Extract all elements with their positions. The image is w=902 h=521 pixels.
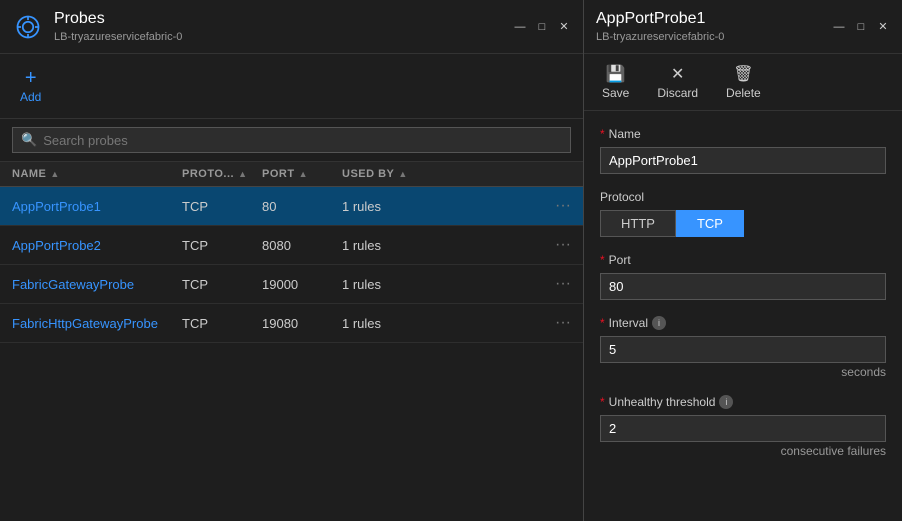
right-content: * Name Protocol HTTP TCP * Port [584,111,902,521]
search-wrapper: 🔍 [12,127,571,153]
interval-suffix: seconds [600,365,886,379]
unhealthy-info-icon[interactable]: i [719,395,733,409]
row-more-2[interactable]: ··· [555,275,571,293]
protocol-toggle: HTTP TCP [600,210,886,237]
sort-arrow-name: ▲ [50,169,59,179]
col-header-port[interactable]: PORT ▲ [262,168,342,180]
search-bar: 🔍 [0,119,583,162]
row-port-3: 19080 [262,316,342,331]
sort-arrow-proto: ▲ [238,169,247,179]
maximize-button[interactable]: □ [535,20,549,34]
row-usedby-3: 1 rules [342,316,555,331]
row-proto-3: TCP [182,316,262,331]
add-icon: + [25,68,37,88]
interval-required-star: * [600,316,605,330]
port-input[interactable] [600,273,886,300]
left-panel: Probes LB-tryazureservicefabric-0 — □ ✕ … [0,0,584,521]
interval-input[interactable] [600,336,886,363]
right-panel: AppPortProbe1 LB-tryazureservicefabric-0… [584,0,902,521]
table-header: NAME ▲ PROTO... ▲ PORT ▲ USED BY ▲ [0,162,583,187]
port-label: * Port [600,253,886,267]
unhealthy-suffix: consecutive failures [600,444,886,458]
row-usedby-2: 1 rules [342,277,555,292]
sort-arrow-usedby: ▲ [398,169,407,179]
right-close-button[interactable]: ✕ [876,20,890,34]
unhealthy-required-star: * [600,395,605,409]
table-body: AppPortProbe1 TCP 80 1 rules ··· AppPort… [0,187,583,521]
row-name-0: AppPortProbe1 [12,199,182,214]
row-proto-1: TCP [182,238,262,253]
name-field-group: * Name [600,127,886,174]
row-proto-2: TCP [182,277,262,292]
protocol-label: Protocol [600,190,886,204]
search-input[interactable] [43,133,562,148]
add-button[interactable]: + Add [12,64,49,108]
protocol-field-group: Protocol HTTP TCP [600,190,886,237]
right-window-controls: — □ ✕ [832,20,890,34]
right-title-text: AppPortProbe1 LB-tryazureservicefabric-0 [596,10,724,43]
right-titlebar: AppPortProbe1 LB-tryazureservicefabric-0… [584,0,902,54]
save-icon: 💾 [606,64,626,84]
row-more-1[interactable]: ··· [555,236,571,254]
row-port-0: 80 [262,199,342,214]
row-more-3[interactable]: ··· [555,314,571,332]
minimize-button[interactable]: — [513,20,527,34]
table-row[interactable]: AppPortProbe1 TCP 80 1 rules ··· [0,187,583,226]
left-panel-subtitle: LB-tryazureservicefabric-0 [54,31,182,43]
probes-icon [12,11,44,43]
unhealthy-input[interactable] [600,415,886,442]
save-button[interactable]: 💾 Save [596,62,635,102]
left-title-group: Probes LB-tryazureservicefabric-0 [12,10,182,43]
add-label: Add [20,90,41,104]
row-port-1: 8080 [262,238,342,253]
discard-icon: ✕ [671,64,684,84]
row-more-0[interactable]: ··· [555,197,571,215]
left-titlebar: Probes LB-tryazureservicefabric-0 — □ ✕ [0,0,583,54]
right-panel-subtitle: LB-tryazureservicefabric-0 [596,31,724,43]
discard-button[interactable]: ✕ Discard [651,62,704,102]
port-field-group: * Port [600,253,886,300]
interval-info-icon[interactable]: i [652,316,666,330]
table-row[interactable]: AppPortProbe2 TCP 8080 1 rules ··· [0,226,583,265]
right-toolbar: 💾 Save ✕ Discard 🗑 Delete [584,54,902,111]
delete-label: Delete [726,86,761,100]
interval-label: * Interval i [600,316,886,330]
search-icon: 🔍 [21,132,37,148]
row-port-2: 19000 [262,277,342,292]
delete-button[interactable]: 🗑 Delete [720,62,767,102]
port-required-star: * [600,253,605,267]
name-input[interactable] [600,147,886,174]
delete-icon: 🗑 [733,64,753,84]
col-header-usedby[interactable]: USED BY ▲ [342,168,571,180]
row-name-2: FabricGatewayProbe [12,277,182,292]
left-toolbar: + Add [0,54,583,119]
col-header-name[interactable]: NAME ▲ [12,168,182,180]
row-proto-0: TCP [182,199,262,214]
right-minimize-button[interactable]: — [832,20,846,34]
left-window-controls: — □ ✕ [513,20,571,34]
interval-field-group: * Interval i seconds [600,316,886,379]
name-required-star: * [600,127,605,141]
protocol-tcp-button[interactable]: TCP [676,210,744,237]
unhealthy-field-group: * Unhealthy threshold i consecutive fail… [600,395,886,458]
table-row[interactable]: FabricGatewayProbe TCP 19000 1 rules ··· [0,265,583,304]
row-name-1: AppPortProbe2 [12,238,182,253]
right-maximize-button[interactable]: □ [854,20,868,34]
row-usedby-1: 1 rules [342,238,555,253]
left-panel-title: Probes [54,10,182,28]
col-header-proto[interactable]: PROTO... ▲ [182,168,262,180]
name-label: * Name [600,127,886,141]
table-row[interactable]: FabricHttpGatewayProbe TCP 19080 1 rules… [0,304,583,343]
save-label: Save [602,86,629,100]
left-panel-title-text: Probes LB-tryazureservicefabric-0 [54,10,182,43]
sort-arrow-port: ▲ [299,169,308,179]
row-name-3: FabricHttpGatewayProbe [12,316,182,331]
right-panel-title: AppPortProbe1 [596,10,724,28]
discard-label: Discard [657,86,698,100]
row-usedby-0: 1 rules [342,199,555,214]
unhealthy-label: * Unhealthy threshold i [600,395,886,409]
protocol-http-button[interactable]: HTTP [600,210,676,237]
close-button[interactable]: ✕ [557,20,571,34]
